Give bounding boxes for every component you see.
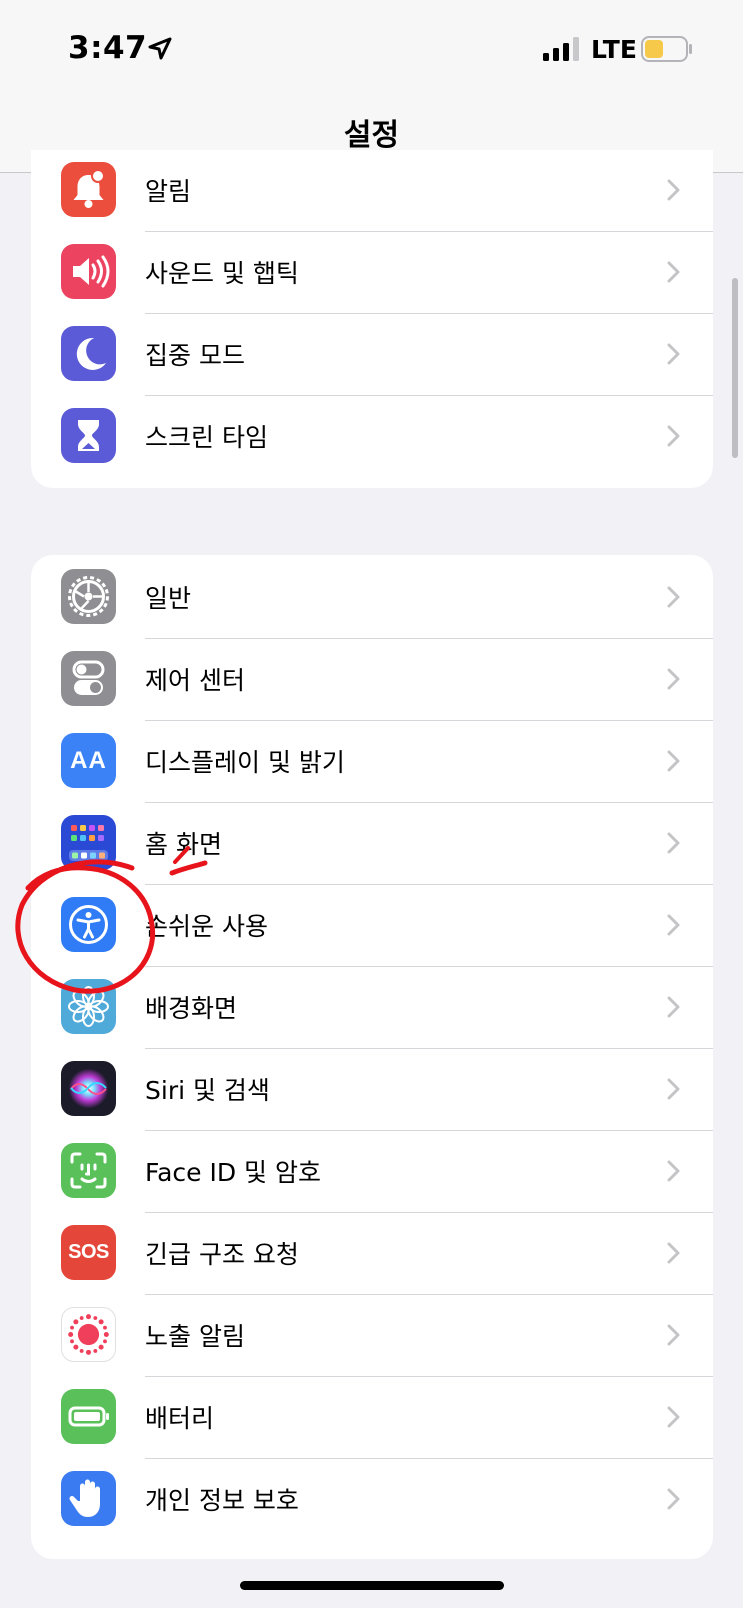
icon-glyph: AA: [70, 746, 107, 774]
chevron-right-icon: [667, 668, 680, 690]
settings-group-notifications: 알림사운드 및 햅틱집중 모드스크린 타임: [31, 150, 713, 488]
chevron-right-icon: [667, 1242, 680, 1264]
battery-icon: [61, 1389, 116, 1444]
location-arrow-icon: [148, 37, 172, 60]
chevron-right-icon: [667, 1406, 680, 1428]
settings-row-label: 집중 모드: [145, 341, 245, 370]
chevron-right-icon: [667, 1078, 680, 1100]
settings-row-label: Face ID 및 암호: [145, 1158, 321, 1187]
chevron-right-icon: [667, 425, 680, 447]
settings-row-label: 스크린 타임: [145, 423, 268, 452]
chevron-right-icon: [667, 179, 680, 201]
settings-row-hourglass[interactable]: 스크린 타임: [31, 394, 713, 478]
settings-row-label: Siri 및 검색: [145, 1076, 270, 1105]
toggles-icon: [61, 651, 116, 706]
settings-row-flower[interactable]: 배경화면: [31, 965, 713, 1049]
hand-icon: [61, 1471, 116, 1526]
chevron-right-icon: [667, 586, 680, 608]
hourglass-icon: [61, 408, 116, 463]
settings-row-label: 긴급 구조 요청: [145, 1240, 299, 1269]
chevron-right-icon: [667, 832, 680, 854]
settings-row-label: 제어 센터: [145, 666, 245, 695]
settings-row-text-size[interactable]: AA 디스플레이 및 밝기: [31, 719, 713, 803]
settings-row-gear[interactable]: 일반: [31, 555, 713, 639]
settings-row-label: 개인 정보 보호: [145, 1486, 299, 1515]
status-bar: 3:47 LTE: [0, 0, 743, 100]
home-indicator[interactable]: [240, 1581, 504, 1590]
settings-row-exposure[interactable]: 노출 알림: [31, 1293, 713, 1377]
settings-row-sos[interactable]: SOS 긴급 구조 요청: [31, 1211, 713, 1295]
settings-row-label: 손쉬운 사용: [145, 912, 268, 941]
face-id-icon: [61, 1143, 116, 1198]
chevron-right-icon: [667, 1488, 680, 1510]
status-time: 3:47: [68, 30, 148, 66]
sos-icon: SOS: [61, 1225, 116, 1280]
text-size-icon: AA: [61, 733, 116, 788]
settings-row-battery[interactable]: 배터리: [31, 1375, 713, 1459]
settings-row-label: 디스플레이 및 밝기: [145, 748, 345, 777]
siri-icon: [61, 1061, 116, 1116]
chevron-right-icon: [667, 996, 680, 1018]
settings-row-label: 노출 알림: [145, 1322, 245, 1351]
settings-row-moon[interactable]: 집중 모드: [31, 312, 713, 396]
flower-icon: [61, 979, 116, 1034]
settings-row-label: 배터리: [145, 1404, 215, 1433]
settings-row-label: 사운드 및 햅틱: [145, 259, 299, 288]
speaker-icon: [61, 244, 116, 299]
cellular-signal-icon: [543, 37, 579, 61]
settings-row-speaker[interactable]: 사운드 및 햅틱: [31, 230, 713, 314]
settings-group-general: 일반제어 센터 AA 디스플레이 및 밝기홈 화면손쉬운 사용배경화면 Siri 및 …: [31, 555, 713, 1559]
chevron-right-icon: [667, 1160, 680, 1182]
page-title: 설정: [343, 118, 400, 153]
exposure-icon: [61, 1307, 116, 1362]
settings-row-toggles[interactable]: 제어 센터: [31, 637, 713, 721]
chevron-right-icon: [667, 914, 680, 936]
settings-row-hand[interactable]: 개인 정보 보호: [31, 1457, 713, 1541]
settings-row-label: 일반: [145, 584, 192, 613]
home-grid-icon: [61, 815, 116, 870]
settings-row-accessibility[interactable]: 손쉬운 사용: [31, 883, 713, 967]
scroll-indicator[interactable]: [732, 278, 738, 458]
icon-glyph: SOS: [68, 1241, 109, 1263]
battery-status-icon: [641, 36, 692, 62]
settings-row-face-id[interactable]: Face ID 및 암호: [31, 1129, 713, 1213]
settings-row-label: 배경화면: [145, 994, 238, 1023]
network-type: LTE: [591, 35, 637, 64]
chevron-right-icon: [667, 1324, 680, 1346]
chevron-right-icon: [667, 261, 680, 283]
chevron-right-icon: [667, 343, 680, 365]
accessibility-icon: [61, 897, 116, 952]
settings-row-label: 알림: [145, 177, 192, 206]
settings-row-label: 홈 화면: [145, 830, 222, 859]
moon-icon: [61, 326, 116, 381]
settings-row-home-grid[interactable]: 홈 화면: [31, 801, 713, 885]
bell-icon: [61, 162, 116, 217]
settings-row-siri[interactable]: Siri 및 검색: [31, 1047, 713, 1131]
settings-row-bell[interactable]: 알림: [31, 150, 713, 232]
gear-icon: [61, 569, 116, 624]
chevron-right-icon: [667, 750, 680, 772]
